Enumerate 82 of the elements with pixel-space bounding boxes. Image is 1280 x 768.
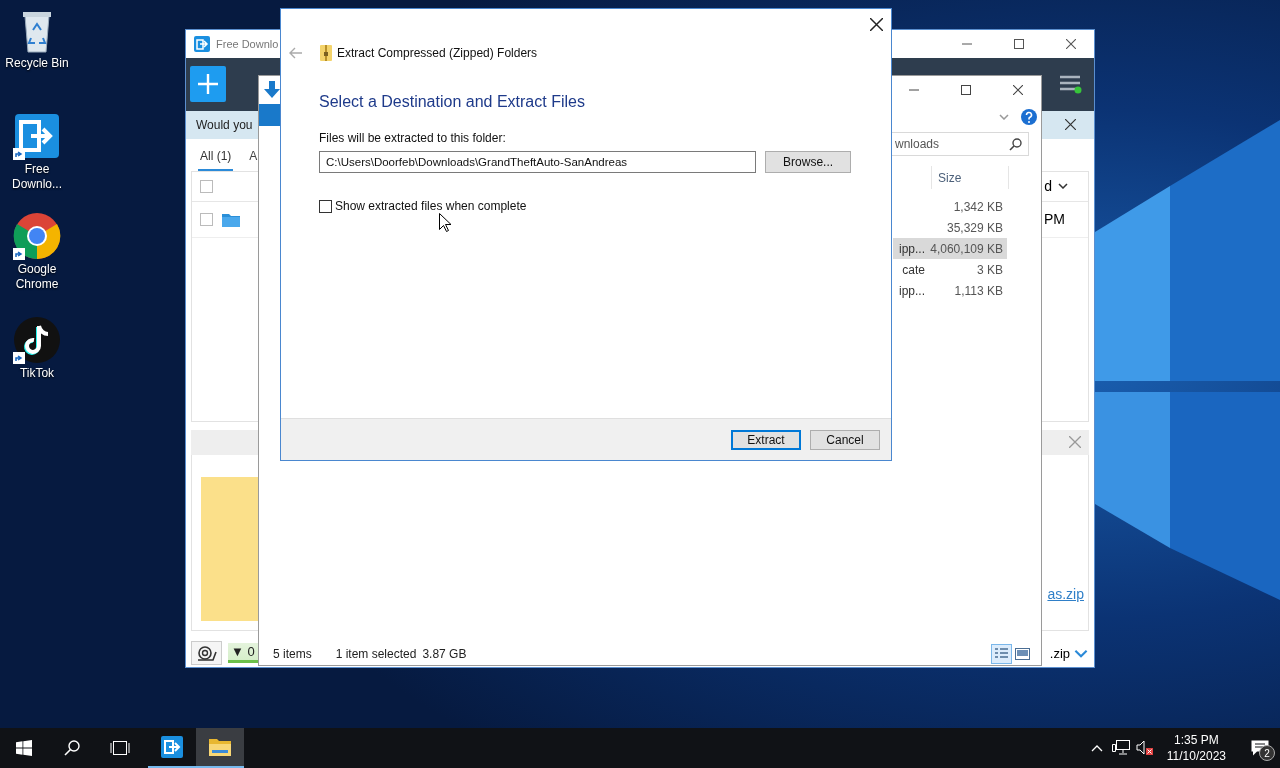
download-app-icon xyxy=(194,36,210,52)
checkbox[interactable] xyxy=(319,199,332,213)
path-field[interactable]: C:\Users\Doorfeb\Downloads\GrandTheftAuto-SanAndreas xyxy=(319,151,757,173)
filter-tab[interactable]: A xyxy=(247,144,260,171)
file-row[interactable]: 1,342 KB xyxy=(893,196,1007,217)
close-icon[interactable] xyxy=(1066,39,1076,49)
clock-time[interactable]: 1:35 PM xyxy=(1174,732,1219,748)
volume-muted-icon[interactable] xyxy=(1135,740,1154,756)
zip-folder-icon xyxy=(320,45,332,61)
checkbox[interactable] xyxy=(200,212,213,226)
dialog-title: Extract Compressed (Zipped) Folders xyxy=(337,46,538,60)
file-row[interactable]: 35,329 KB xyxy=(893,217,1007,238)
file-name: cate xyxy=(901,262,926,277)
column-header[interactable]: d xyxy=(1044,178,1052,195)
field-label: Files will be extracted to this folder: xyxy=(319,131,507,145)
extract-button[interactable]: Extract xyxy=(731,429,801,450)
folder-icon[interactable] xyxy=(209,738,231,756)
file-size: 35,329 KB xyxy=(945,220,1004,235)
close-icon[interactable] xyxy=(1065,119,1076,131)
add-download-button[interactable] xyxy=(190,66,226,103)
banner-text: Would you xyxy=(196,117,253,132)
file-row[interactable]: ipp... 1,113 KB xyxy=(893,280,1007,301)
expand-chevron-icon[interactable] xyxy=(1074,648,1088,658)
speed-mode-button[interactable] xyxy=(191,641,222,666)
clock-date[interactable]: 11/10/2023 xyxy=(1166,748,1226,764)
dialog-heading: Select a Destination and Extract Files xyxy=(319,93,586,111)
table-cell: PM xyxy=(1044,211,1065,228)
checkbox[interactable] xyxy=(200,179,213,193)
task-view-icon[interactable] xyxy=(110,740,130,756)
checkbox-label: Show extracted files when complete xyxy=(335,199,527,213)
file-row[interactable]: cate 3 KB xyxy=(893,259,1007,280)
music-note-icon[interactable] xyxy=(13,316,61,364)
snail-icon xyxy=(196,645,217,662)
sort-chevron-icon[interactable] xyxy=(1058,183,1068,190)
window-title: Free Downlo xyxy=(216,38,279,50)
cancel-button[interactable]: Cancel xyxy=(810,429,880,450)
file-row[interactable]: ipp... 4,060,109 KB xyxy=(893,238,1007,259)
icon-label: Recycle Bin xyxy=(5,56,69,71)
file-size: 3 KB xyxy=(976,262,1004,277)
download-arrow-icon xyxy=(263,81,281,99)
network-icon[interactable] xyxy=(1111,740,1130,756)
column-header[interactable]: Size xyxy=(931,166,1009,189)
help-icon[interactable] xyxy=(1021,108,1037,125)
maximize-icon[interactable] xyxy=(961,85,971,95)
start-icon[interactable] xyxy=(16,740,32,756)
maximize-icon[interactable] xyxy=(1014,39,1024,49)
file-link[interactable]: as.zip xyxy=(1047,586,1084,603)
search-icon[interactable] xyxy=(64,740,80,756)
file-name: .zip xyxy=(1049,645,1070,661)
selection-size: 3.87 GB xyxy=(422,647,467,661)
menu-icon[interactable] xyxy=(1060,74,1082,95)
download-app-icon[interactable] xyxy=(13,112,61,160)
filter-tab[interactable]: All (1) xyxy=(198,144,234,171)
file-size: 1,342 KB xyxy=(952,199,1004,214)
file-name: ipp... xyxy=(898,241,926,256)
search-field-value: wnloads xyxy=(895,137,940,151)
icon-label: TikTok xyxy=(19,366,55,381)
plus-icon xyxy=(198,74,218,95)
search-field[interactable]: wnloads xyxy=(892,132,1029,156)
speed-indicator: ▼ 0 xyxy=(228,643,258,664)
shortcut-arrow-icon xyxy=(13,352,25,364)
notification-badge: 2 xyxy=(1259,745,1275,761)
browse-button[interactable]: Browse... xyxy=(765,151,851,173)
icon-label: Google Chrome xyxy=(14,262,60,292)
mouse-cursor-icon xyxy=(439,213,451,232)
shortcut-arrow-icon xyxy=(13,148,25,160)
selection-info: 1 item selected xyxy=(335,647,417,661)
shortcut-arrow-icon xyxy=(13,248,25,260)
preview-view-icon[interactable] xyxy=(1015,648,1030,660)
item-count: 5 items xyxy=(273,647,312,661)
close-icon[interactable] xyxy=(1013,85,1023,95)
folder-icon xyxy=(222,211,240,227)
icon-label: Free Downlo... xyxy=(11,162,63,192)
close-icon[interactable] xyxy=(870,17,883,31)
file-size: 1,113 KB xyxy=(953,283,1004,298)
chevron-up-icon[interactable] xyxy=(1090,744,1103,752)
details-view-icon[interactable] xyxy=(994,647,1009,661)
browser-icon[interactable] xyxy=(13,212,61,260)
search-icon[interactable] xyxy=(1009,137,1022,151)
ribbon-expand-icon[interactable] xyxy=(999,113,1009,120)
file-name: ipp... xyxy=(898,283,926,298)
file-size: 4,060,109 KB xyxy=(929,241,1004,256)
